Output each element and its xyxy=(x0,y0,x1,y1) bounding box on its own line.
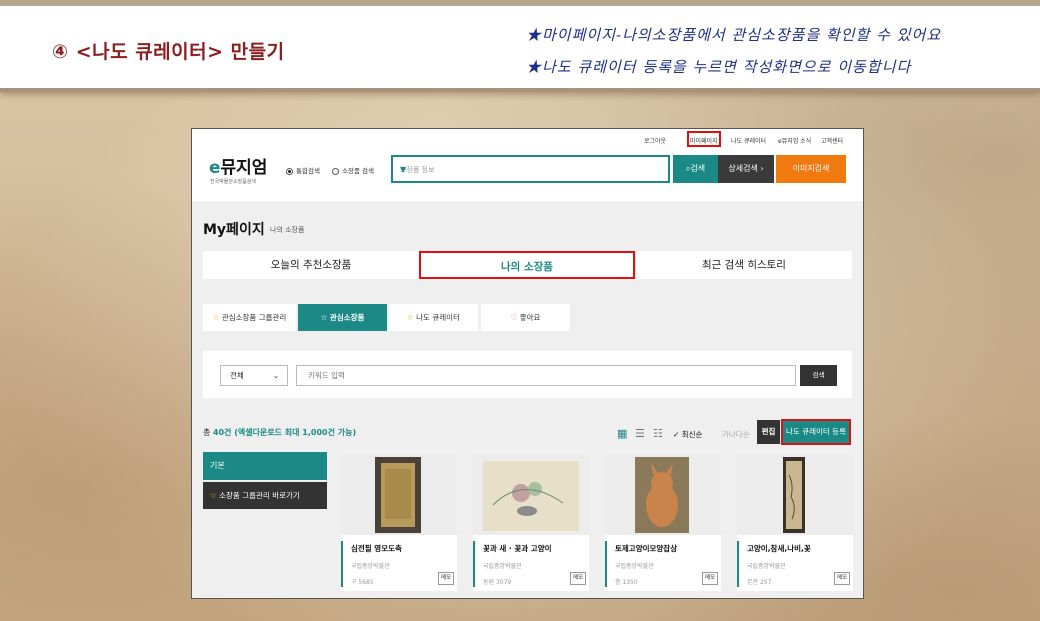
search-input[interactable]: 소장품 정보 ▼ xyxy=(391,155,670,183)
grid-view-icon[interactable]: ▦ xyxy=(617,427,627,440)
card-title: 고양이,참새,나비,꽃 xyxy=(747,544,811,553)
heart-icon: ♡ xyxy=(510,313,518,322)
tab-my-collection[interactable]: 나의 소장품 xyxy=(419,251,635,279)
support-link[interactable]: 고객센터 xyxy=(821,136,843,145)
tab-history[interactable]: 최근 검색 히스토리 xyxy=(635,251,852,279)
radio-collection[interactable]: 소장품 검색 xyxy=(332,165,374,175)
table-view-icon[interactable]: ☷ xyxy=(653,427,663,440)
star-icon: ☆ xyxy=(320,313,328,322)
card-number: 증 1350 xyxy=(615,579,638,586)
result-count: 총 40건 (엑셀다운로드 최대 1,000건 가능) xyxy=(203,428,357,437)
artwork-thumbnail xyxy=(737,455,853,535)
image-search-button[interactable]: 이미지검색 xyxy=(776,155,846,183)
slide-note-1: ★마이페이지-나의소장품에서 관심소장품을 확인할 수 있어요 xyxy=(526,26,942,44)
star-icon: ☆ xyxy=(212,313,220,322)
card-museum: 국립중앙박물관 xyxy=(615,563,654,570)
subtab-group-manage[interactable]: ☆ 관심소장품 그룹관리 xyxy=(203,304,296,331)
detail-search-button[interactable]: 상세검색 › xyxy=(718,155,774,183)
list-view-icon[interactable]: ☰ xyxy=(635,427,645,440)
site-logo[interactable]: e뮤지엄 xyxy=(209,153,267,178)
card-title: 토제고양이모양잡상 xyxy=(615,544,678,553)
card-title: 꽃과 새 · 꽃과 고양이 xyxy=(483,544,552,553)
memo-button[interactable]: 메모 xyxy=(834,572,850,585)
card-museum: 국립중앙박물관 xyxy=(483,563,522,570)
keyword-input[interactable]: 키워드 입력 xyxy=(296,365,796,386)
breadcrumb: 나의 소장품 xyxy=(270,226,305,234)
star-icon: ☆ xyxy=(407,313,414,322)
card-museum: 국립중앙박물관 xyxy=(351,563,390,570)
memo-button[interactable]: 메모 xyxy=(438,572,454,585)
dropdown-arrow-icon[interactable]: ▼ xyxy=(400,165,662,174)
card-number: 본관 257 xyxy=(747,579,772,586)
slide-title: ④ <나도 큐레이터> 만들기 xyxy=(52,41,285,63)
memo-button[interactable]: 메모 xyxy=(570,572,586,585)
memo-button[interactable]: 메모 xyxy=(702,572,718,585)
collection-card[interactable]: 꽃과 새 · 꽃과 고양이 국립중앙박물관 동원 3079 메모 xyxy=(473,455,589,591)
sort-alphabetical[interactable]: 가나다순 xyxy=(722,429,750,440)
side-group-manage-link[interactable]: ☆ 소장품 그룹관리 바로가기 xyxy=(203,482,327,509)
search-button[interactable]: ⌕검색 xyxy=(673,155,718,183)
subtab-likes[interactable]: ♡ 좋아요 xyxy=(481,304,570,331)
chevron-down-icon: ⌄ xyxy=(272,371,279,380)
artwork-thumbnail xyxy=(473,455,589,535)
website-screenshot: 로그아웃 마이페이지 나도 큐레이터 e뮤지엄 소식 고객센터 e뮤지엄 전국박… xyxy=(191,128,864,599)
card-number: 구 5685 xyxy=(351,579,374,586)
keyword-search-bar: 전체 ⌄ 키워드 입력 검색 xyxy=(203,351,852,398)
curator-link[interactable]: 나도 큐레이터 xyxy=(731,136,766,145)
collection-card[interactable]: 심전필 영모도축 국립중앙박물관 구 5685 메모 xyxy=(341,455,457,591)
subtab-favorites[interactable]: ☆ 관심소장품 xyxy=(298,304,387,331)
card-museum: 국립중앙박물관 xyxy=(747,563,786,570)
slide-header: ④ <나도 큐레이터> 만들기 ★마이페이지-나의소장품에서 관심소장품을 확인… xyxy=(0,0,1040,92)
side-basic-group[interactable]: 기본 xyxy=(203,452,327,480)
logo-subtitle: 전국박물관소장품검색 xyxy=(210,179,257,185)
radio-integrated[interactable]: 통합검색 xyxy=(286,165,320,175)
collection-card[interactable]: 고양이,참새,나비,꽃 국립중앙박물관 본관 257 메모 xyxy=(737,455,853,591)
page-title: My페이지 xyxy=(203,222,265,238)
card-number: 동원 3079 xyxy=(483,579,512,586)
news-link[interactable]: e뮤지엄 소식 xyxy=(778,136,811,145)
keyword-search-button[interactable]: 검색 xyxy=(800,365,837,386)
collection-card[interactable]: 토제고양이모양잡상 국립중앙박물관 증 1350 메모 xyxy=(605,455,721,591)
logout-link[interactable]: 로그아웃 xyxy=(644,136,666,145)
subtab-curator[interactable]: ☆ 나도 큐레이터 xyxy=(389,304,478,331)
edit-button[interactable]: 편집 xyxy=(757,420,780,444)
filter-select[interactable]: 전체 ⌄ xyxy=(220,365,288,386)
mypage-tabs: 오늘의 추천소장품 나의 소장품 최근 검색 히스토리 xyxy=(203,251,852,279)
artwork-thumbnail xyxy=(341,455,457,535)
curator-register-button[interactable]: 나도 큐레이터 등록 xyxy=(781,419,851,445)
card-title: 심전필 영모도축 xyxy=(351,544,402,553)
site-header: 로그아웃 마이페이지 나도 큐레이터 e뮤지엄 소식 고객센터 e뮤지엄 전국박… xyxy=(192,129,863,201)
slide-note-2: ★나도 큐레이터 등록을 누르면 작성화면으로 이동합니다 xyxy=(526,58,912,76)
sort-latest[interactable]: ✓ 최신순 xyxy=(673,429,702,440)
star-icon: ☆ xyxy=(210,491,217,500)
tab-recommended[interactable]: 오늘의 추천소장품 xyxy=(203,251,419,279)
artwork-thumbnail xyxy=(605,455,721,535)
mypage-highlight xyxy=(687,131,721,147)
